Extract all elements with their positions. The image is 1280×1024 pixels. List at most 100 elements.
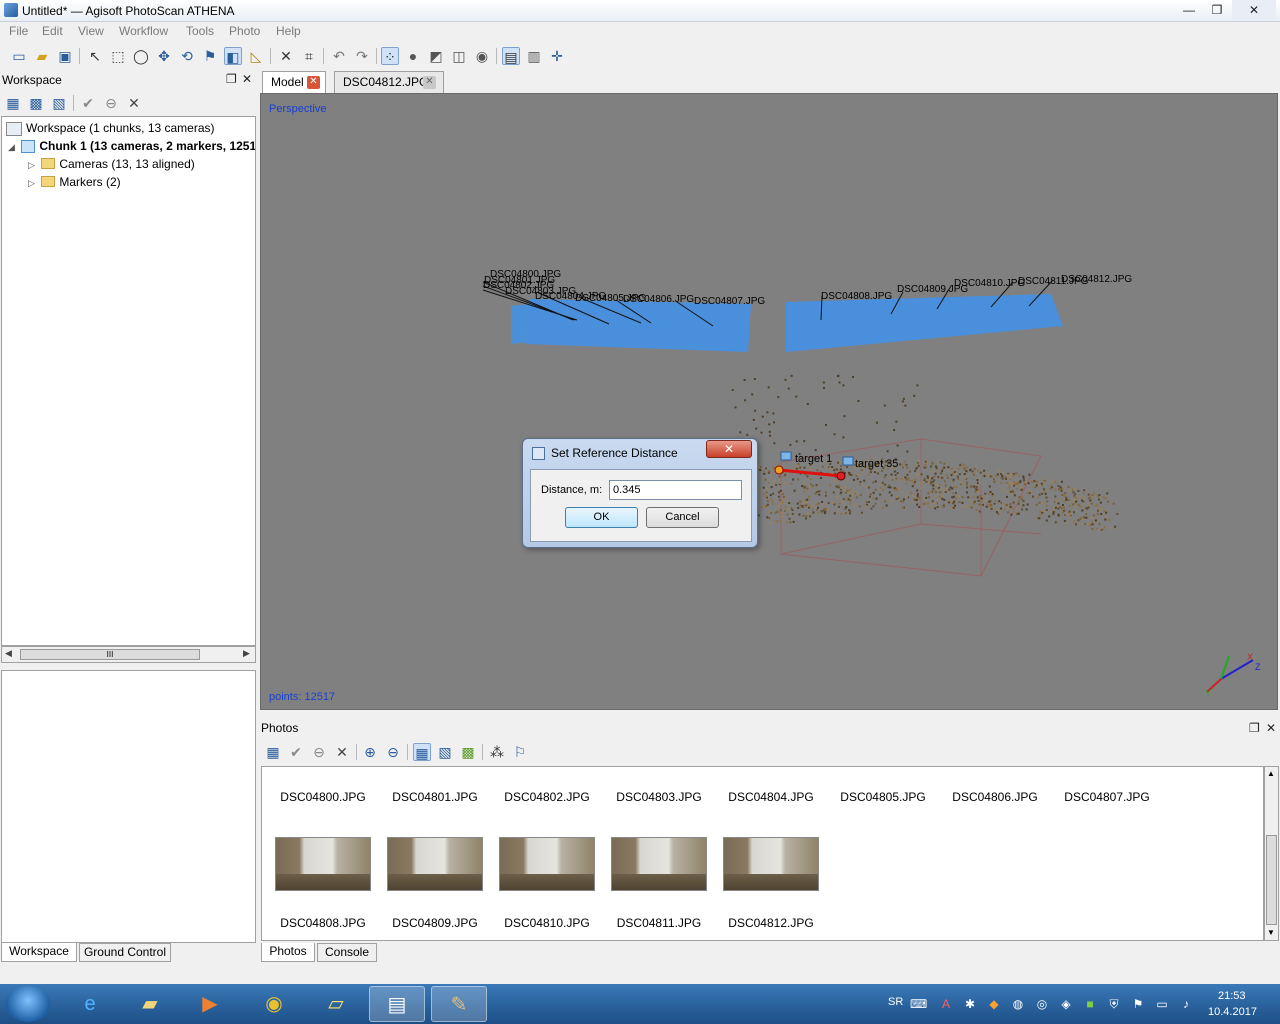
internet-explorer-icon[interactable]: e [62, 986, 118, 1022]
menu-workflow[interactable]: Workflow [119, 24, 168, 38]
workspace-horizontal-scrollbar[interactable]: ◀ III ▶ [1, 646, 256, 663]
reset-view-icon[interactable]: ✛ [548, 47, 566, 65]
photo-label[interactable]: DSC04804.JPG [715, 790, 827, 804]
ruler-icon[interactable]: ◺ [247, 47, 265, 65]
photo-thumbnail[interactable] [499, 837, 595, 891]
wireframe-model-icon[interactable]: ◫ [450, 47, 468, 65]
add-folder-icon[interactable]: ▧ [50, 94, 68, 112]
tab-photo[interactable]: DSC04812.JPG ✕ [334, 71, 444, 93]
tray-app-icon[interactable]: ◍ [1010, 996, 1026, 1012]
scroll-left-icon[interactable]: ◀ [5, 648, 12, 659]
menu-file[interactable]: File [9, 24, 28, 38]
clock-date[interactable]: 10.4.2017 [1208, 1006, 1257, 1018]
move-object-icon[interactable]: ✥ [155, 47, 173, 65]
video-editor-icon[interactable]: ▤ [369, 986, 425, 1022]
navigation-cursor-icon[interactable]: ↖ [86, 47, 104, 65]
resize-region-icon[interactable]: ◧ [224, 47, 242, 65]
photo-label[interactable]: DSC04810.JPG [491, 916, 603, 930]
tab-console[interactable]: Console [317, 943, 377, 962]
sticky-notes-icon[interactable]: ▱ [308, 986, 364, 1022]
menu-help[interactable]: Help [276, 24, 301, 38]
delete-selection-icon[interactable]: ✕ [277, 47, 295, 65]
nvidia-icon[interactable]: ■ [1082, 996, 1098, 1012]
expand-arrow-icon[interactable]: ▷ [28, 156, 38, 174]
chrome-icon[interactable]: ◉ [246, 986, 302, 1022]
scroll-right-icon[interactable]: ▶ [243, 648, 250, 659]
photo-thumbnail[interactable] [275, 837, 371, 891]
photo-label[interactable]: DSC04800.JPG [267, 790, 379, 804]
collapse-arrow-icon[interactable]: ◢ [8, 138, 18, 156]
zoom-in-icon[interactable]: ⊕ [361, 743, 379, 761]
add-chunk-icon[interactable]: ▦ [4, 94, 22, 112]
close-tab-icon[interactable]: ✕ [423, 76, 436, 89]
circle-selection-icon[interactable]: ◯ [132, 47, 150, 65]
clock-time[interactable]: 21:53 [1218, 990, 1246, 1002]
enable-icon[interactable]: ✔ [287, 743, 305, 761]
photo-label[interactable]: DSC04805.JPG [827, 790, 939, 804]
close-panel-icon[interactable]: ✕ [1266, 721, 1276, 735]
point-cloud-view-icon[interactable]: ⁘ [381, 47, 399, 65]
new-document-icon[interactable]: ▭ [10, 47, 28, 65]
shaded-model-icon[interactable]: ◩ [427, 47, 445, 65]
photo-label[interactable]: DSC04807.JPG [1051, 790, 1163, 804]
model-viewport[interactable]: DSC04800.JPG DSC04801.JPG DSC04802.JPG D… [260, 93, 1278, 710]
photo-label[interactable]: DSC04808.JPG [267, 916, 379, 930]
close-panel-icon[interactable]: ✕ [242, 72, 252, 86]
tree-item-chunk[interactable]: ◢ Chunk 1 (13 cameras, 2 markers, 1251 [8, 137, 255, 156]
file-explorer-icon[interactable]: ▰ [122, 986, 178, 1022]
photo-thumbnail[interactable] [611, 837, 707, 891]
open-folder-icon[interactable]: ▰ [33, 47, 51, 65]
menu-view[interactable]: View [78, 24, 104, 38]
close-window-button[interactable]: ✕ [1232, 0, 1276, 20]
save-icon[interactable]: ▣ [56, 47, 74, 65]
details-view-icon[interactable]: ▩ [459, 743, 477, 761]
show-region-icon[interactable]: ▥ [525, 47, 543, 65]
dense-cloud-view-icon[interactable]: ● [404, 47, 422, 65]
tab-model[interactable]: Model ✕ [262, 71, 326, 93]
photo-label[interactable]: DSC04811.JPG [603, 916, 715, 930]
scroll-down-icon[interactable]: ▼ [1267, 928, 1275, 937]
float-panel-icon[interactable]: ❐ [1249, 721, 1260, 735]
acrobat-icon[interactable]: A [938, 996, 954, 1012]
cancel-button[interactable]: Cancel [646, 507, 719, 528]
add-photos-icon[interactable]: ▩ [27, 94, 45, 112]
photo-label[interactable]: DSC04812.JPG [715, 916, 827, 930]
reset-filter-icon[interactable]: ⚐ [511, 743, 529, 761]
language-indicator[interactable]: SR [888, 996, 903, 1008]
menu-tools[interactable]: Tools [186, 24, 214, 38]
disable-icon[interactable]: ⊖ [310, 743, 328, 761]
tree-item-workspace[interactable]: Workspace (1 chunks, 13 cameras) [6, 119, 215, 137]
marker-flag-icon[interactable]: ⚑ [201, 47, 219, 65]
undo-icon[interactable]: ↶ [330, 47, 348, 65]
ok-button[interactable]: OK [565, 507, 638, 528]
float-panel-icon[interactable]: ❐ [226, 72, 237, 86]
large-icons-view-icon[interactable]: ▦ [413, 743, 431, 761]
zoom-out-icon[interactable]: ⊖ [384, 743, 402, 761]
remove-photos-icon[interactable]: ✕ [333, 743, 351, 761]
tab-workspace[interactable]: Workspace [1, 943, 77, 962]
photo-label[interactable]: DSC04802.JPG [491, 790, 603, 804]
tray-app-icon[interactable]: ◆ [986, 996, 1002, 1012]
dialog-close-button[interactable]: ✕ [706, 440, 752, 458]
photo-label[interactable]: DSC04801.JPG [379, 790, 491, 804]
tray-app-icon[interactable]: ◈ [1058, 996, 1074, 1012]
distance-input[interactable] [609, 480, 742, 500]
keyboard-icon[interactable]: ⌨ [910, 996, 927, 1012]
scrollbar-thumb[interactable] [1266, 835, 1277, 925]
photo-thumbnail[interactable] [723, 837, 819, 891]
redo-icon[interactable]: ↷ [353, 47, 371, 65]
tab-ground-control[interactable]: Ground Control [79, 943, 171, 962]
scrollbar-thumb[interactable]: III [20, 649, 200, 660]
minimize-button[interactable]: — [1174, 0, 1204, 20]
enable-icon[interactable]: ✔ [79, 94, 97, 112]
menu-edit[interactable]: Edit [42, 24, 63, 38]
tree-item-cameras[interactable]: ▷ Cameras (13, 13 aligned) [28, 155, 195, 173]
media-player-icon[interactable]: ▶ [182, 986, 238, 1022]
add-photos-icon[interactable]: ▦ [264, 743, 282, 761]
small-icons-view-icon[interactable]: ▧ [436, 743, 454, 761]
menu-photo[interactable]: Photo [229, 24, 260, 38]
expand-arrow-icon[interactable]: ▷ [28, 174, 38, 192]
remove-items-icon[interactable]: ✕ [125, 94, 143, 112]
disable-icon[interactable]: ⊖ [102, 94, 120, 112]
scroll-up-icon[interactable]: ▲ [1267, 769, 1275, 778]
